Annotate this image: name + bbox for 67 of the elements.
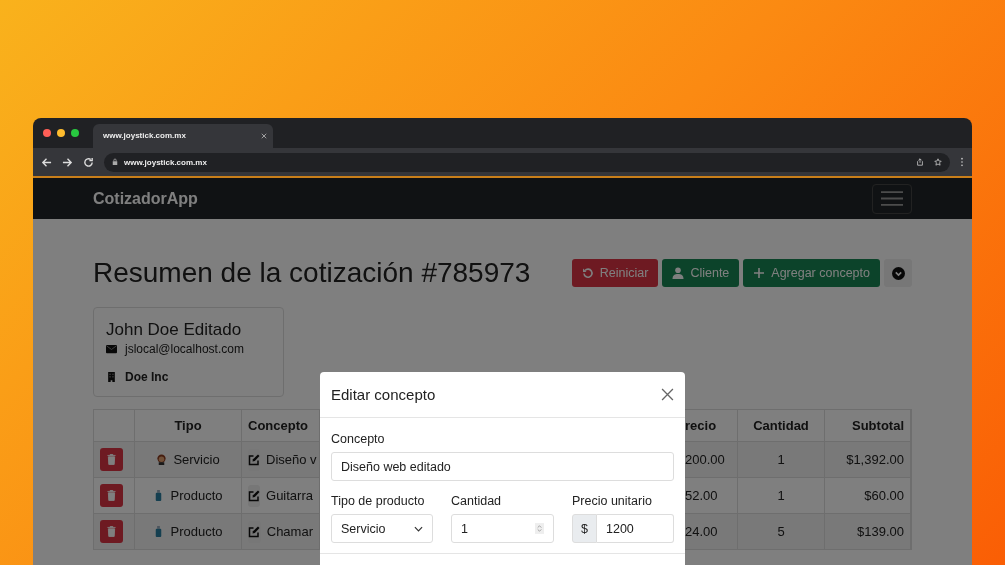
close-tab-icon[interactable]: [261, 133, 267, 139]
address-bar[interactable]: www.joystick.com.mx: [104, 152, 950, 172]
more-button[interactable]: [884, 259, 912, 287]
share-icon[interactable]: [916, 158, 924, 166]
url-text: www.joystick.com.mx: [124, 157, 207, 167]
person-icon: [672, 267, 685, 279]
concept-input[interactable]: Diseño web editado: [331, 452, 674, 481]
field-label: Tipo de producto: [331, 494, 426, 508]
client-company: Doe Inc: [125, 370, 169, 384]
table-cell: Chamar: [266, 524, 313, 539]
back-icon[interactable]: [41, 156, 52, 168]
plus-icon: [753, 267, 766, 279]
delete-button[interactable]: [100, 520, 123, 543]
dialog-title: Editar concepto: [331, 386, 436, 403]
type-text: Producto: [170, 524, 223, 539]
close-icon[interactable]: [661, 388, 674, 401]
building-icon: [106, 372, 117, 382]
edit-icon: [248, 453, 260, 466]
table-cell: $60.00: [864, 488, 904, 503]
trash-icon: [107, 526, 116, 537]
client-name: John Doe Editado: [106, 320, 243, 340]
minimize-window-icon[interactable]: [57, 129, 65, 137]
edit-icon: [248, 525, 261, 538]
menu-toggle-button[interactable]: [872, 183, 912, 214]
table-cell: 52.00: [685, 488, 718, 503]
table-cell: 24.00: [685, 524, 718, 539]
table-cell: $1,392.00: [846, 452, 904, 467]
delete-button[interactable]: [100, 484, 123, 507]
table-cell: 1: [777, 452, 785, 467]
maximize-window-icon[interactable]: [71, 129, 79, 137]
type-text: Servicio: [173, 452, 220, 467]
edit-icon: [248, 489, 260, 502]
undo-icon: [581, 267, 594, 279]
trash-icon: [107, 490, 116, 501]
menu-icon[interactable]: [960, 157, 964, 167]
person-icon: [156, 454, 168, 465]
page-title: Resumen de la cotización #785973: [93, 257, 531, 289]
close-window-icon[interactable]: [43, 129, 51, 137]
table-cell: 5: [777, 524, 785, 539]
browser-tab[interactable]: www.joystick.com.mx: [93, 124, 273, 148]
edit-button[interactable]: [248, 484, 261, 507]
type-select[interactable]: Servicio: [331, 514, 433, 543]
quantity-input[interactable]: 1: [451, 514, 554, 543]
currency-addon: $: [572, 514, 597, 543]
table-cell: Guitarra: [266, 488, 313, 503]
chevron-down-icon: [891, 266, 905, 280]
envelope-icon: [106, 344, 117, 354]
client-email: jslocal@localhost.com: [125, 342, 244, 356]
field-label: Precio unitario: [572, 494, 653, 508]
reload-icon[interactable]: [83, 156, 94, 168]
brand-logo[interactable]: CotizadorApp: [93, 189, 198, 208]
chevron-down-icon: [414, 525, 423, 532]
delete-button[interactable]: [100, 448, 123, 471]
field-label: Concepto: [331, 432, 386, 446]
forward-icon[interactable]: [62, 156, 73, 168]
spinner-icon: [535, 523, 544, 534]
table-cell: $139.00: [857, 524, 904, 539]
star-icon[interactable]: [934, 158, 942, 166]
lock-icon: [112, 158, 118, 166]
menu-icon: [881, 191, 903, 206]
field-label: Cantidad: [451, 494, 503, 508]
table-cell: 200.00: [685, 452, 725, 467]
price-input[interactable]: 1200: [597, 514, 674, 543]
type-text: Producto: [170, 488, 223, 503]
table-cell: Diseño v: [266, 452, 317, 467]
table-cell: 1: [777, 488, 785, 503]
trash-icon: [107, 454, 116, 465]
